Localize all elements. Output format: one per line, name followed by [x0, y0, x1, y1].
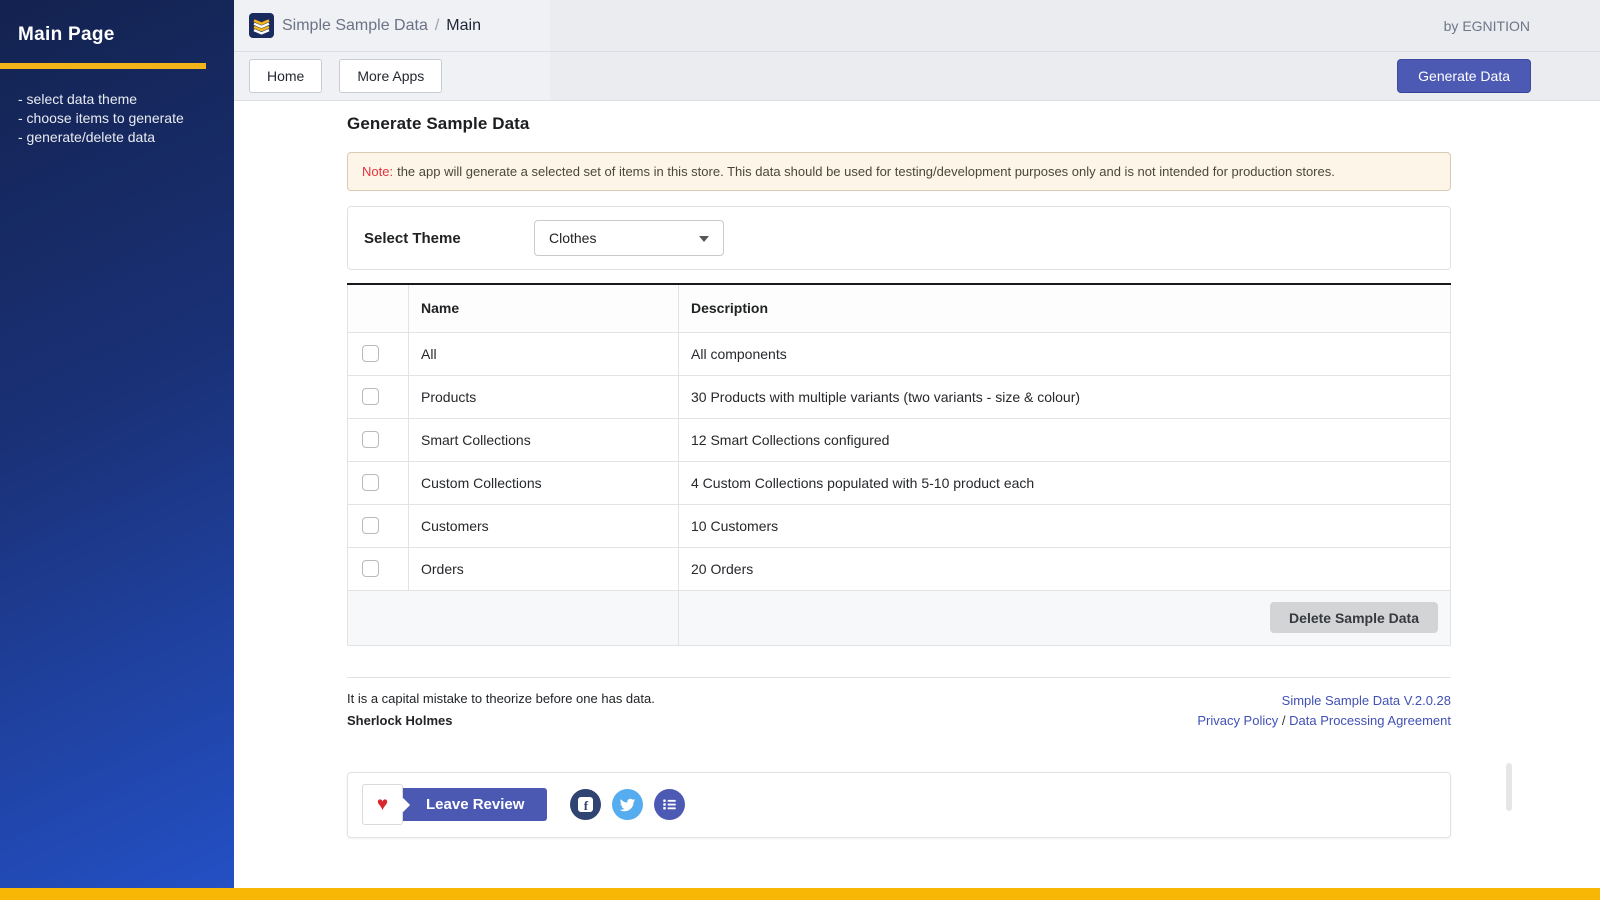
- theme-dropdown-value: Clothes: [549, 230, 596, 246]
- breadcrumb-separator: /: [435, 17, 439, 35]
- sidebar-title: Main Page: [0, 0, 234, 46]
- links-separator: /: [1282, 713, 1286, 728]
- generate-data-button[interactable]: Generate Data: [1397, 59, 1531, 93]
- table-footer-right: Delete Sample Data: [679, 590, 1451, 645]
- header-breadcrumb-bar: Simple Sample Data / Main by EGNITION: [234, 0, 1600, 52]
- chevron-down-icon: [699, 236, 709, 242]
- privacy-policy-link[interactable]: Privacy Policy: [1197, 713, 1278, 728]
- row-checkbox[interactable]: [362, 474, 379, 491]
- page-content: Generate Sample Data Note: the app will …: [347, 101, 1451, 838]
- row-checkbox[interactable]: [362, 517, 379, 534]
- content-divider: [347, 677, 1451, 678]
- row-description: 4 Custom Collections populated with 5-10…: [679, 461, 1451, 504]
- app-logo-icon: [249, 13, 274, 38]
- breadcrumb-page-name: Main: [446, 17, 481, 35]
- table-footer-row: Delete Sample Data: [348, 590, 1451, 645]
- row-name: Custom Collections: [409, 461, 679, 504]
- row-description: 12 Smart Collections configured: [679, 418, 1451, 461]
- scrollbar-thumb[interactable]: [1506, 763, 1512, 811]
- row-description: 10 Customers: [679, 504, 1451, 547]
- table-row: Orders 20 Orders: [348, 547, 1451, 590]
- sidebar-hint-item: - select data theme: [18, 90, 234, 109]
- name-column-header: Name: [409, 284, 679, 332]
- row-checkbox[interactable]: [362, 345, 379, 362]
- twitter-icon: [619, 796, 636, 813]
- delete-sample-data-button[interactable]: Delete Sample Data: [1270, 602, 1438, 633]
- table-row: Products 30 Products with multiple varia…: [348, 375, 1451, 418]
- home-button[interactable]: Home: [249, 59, 322, 93]
- list-icon: [662, 797, 677, 812]
- table-row: Customers 10 Customers: [348, 504, 1451, 547]
- sidebar-accent-bar: [0, 63, 206, 69]
- breadcrumb-app-name[interactable]: Simple Sample Data: [282, 17, 428, 35]
- sidebar-hint-item: - generate/delete data: [18, 128, 234, 147]
- row-checkbox[interactable]: [362, 431, 379, 448]
- row-description: 30 Products with multiple variants (two …: [679, 375, 1451, 418]
- select-theme-label: Select Theme: [364, 230, 534, 247]
- table-row: Smart Collections 12 Smart Collections c…: [348, 418, 1451, 461]
- row-description: 20 Orders: [679, 547, 1451, 590]
- app-window: Main Page - select data theme - choose i…: [0, 0, 1600, 900]
- data-processing-agreement-link[interactable]: Data Processing Agreement: [1289, 713, 1451, 728]
- row-name: All: [409, 332, 679, 375]
- header-action-bar: Home More Apps Generate Data: [234, 52, 1600, 101]
- byline: by EGNITION: [1444, 18, 1530, 34]
- description-column-header: Description: [679, 284, 1451, 332]
- main-area: Simple Sample Data / Main by EGNITION Ho…: [234, 0, 1600, 888]
- quote-block: It is a capital mistake to theorize befo…: [347, 691, 655, 731]
- items-table: Name Description All All components Prod…: [347, 283, 1451, 646]
- note-banner: Note: the app will generate a selected s…: [347, 152, 1451, 191]
- row-name: Orders: [409, 547, 679, 590]
- heart-icon: ♥: [377, 795, 388, 814]
- footer-links: Simple Sample Data V.2.0.28 Privacy Poli…: [1197, 691, 1451, 731]
- note-label: Note:: [362, 164, 393, 179]
- twitter-button[interactable]: [612, 789, 643, 820]
- facebook-button[interactable]: f: [570, 789, 601, 820]
- breadcrumb: Simple Sample Data / Main: [249, 13, 481, 38]
- table-header-row: Name Description: [348, 284, 1451, 332]
- review-card: ♥ Leave Review f: [347, 772, 1451, 838]
- bottom-accent-bar: [0, 888, 1600, 900]
- more-apps-button[interactable]: More Apps: [339, 59, 442, 93]
- version-link[interactable]: Simple Sample Data V.2.0.28: [1282, 693, 1451, 708]
- quote-text: It is a capital mistake to theorize befo…: [347, 691, 655, 706]
- list-button[interactable]: [654, 789, 685, 820]
- theme-dropdown[interactable]: Clothes: [534, 220, 724, 256]
- table-row: Custom Collections 4 Custom Collections …: [348, 461, 1451, 504]
- leave-review-button[interactable]: Leave Review: [403, 788, 547, 821]
- row-checkbox[interactable]: [362, 560, 379, 577]
- facebook-icon: f: [578, 797, 593, 812]
- select-theme-card: Select Theme Clothes: [347, 206, 1451, 270]
- sidebar: Main Page - select data theme - choose i…: [0, 0, 234, 888]
- row-checkbox[interactable]: [362, 388, 379, 405]
- page-title: Generate Sample Data: [347, 101, 1451, 134]
- table-row: All All components: [348, 332, 1451, 375]
- sidebar-hint-item: - choose items to generate: [18, 109, 234, 128]
- row-name: Customers: [409, 504, 679, 547]
- checkbox-column-header: [348, 284, 409, 332]
- table-footer-left: [348, 590, 679, 645]
- row-name: Smart Collections: [409, 418, 679, 461]
- row-description: All components: [679, 332, 1451, 375]
- sidebar-hint-list: - select data theme - choose items to ge…: [0, 90, 234, 147]
- note-text: the app will generate a selected set of …: [397, 164, 1335, 179]
- footer-row: It is a capital mistake to theorize befo…: [347, 691, 1451, 731]
- quote-author: Sherlock Holmes: [347, 713, 655, 728]
- row-name: Products: [409, 375, 679, 418]
